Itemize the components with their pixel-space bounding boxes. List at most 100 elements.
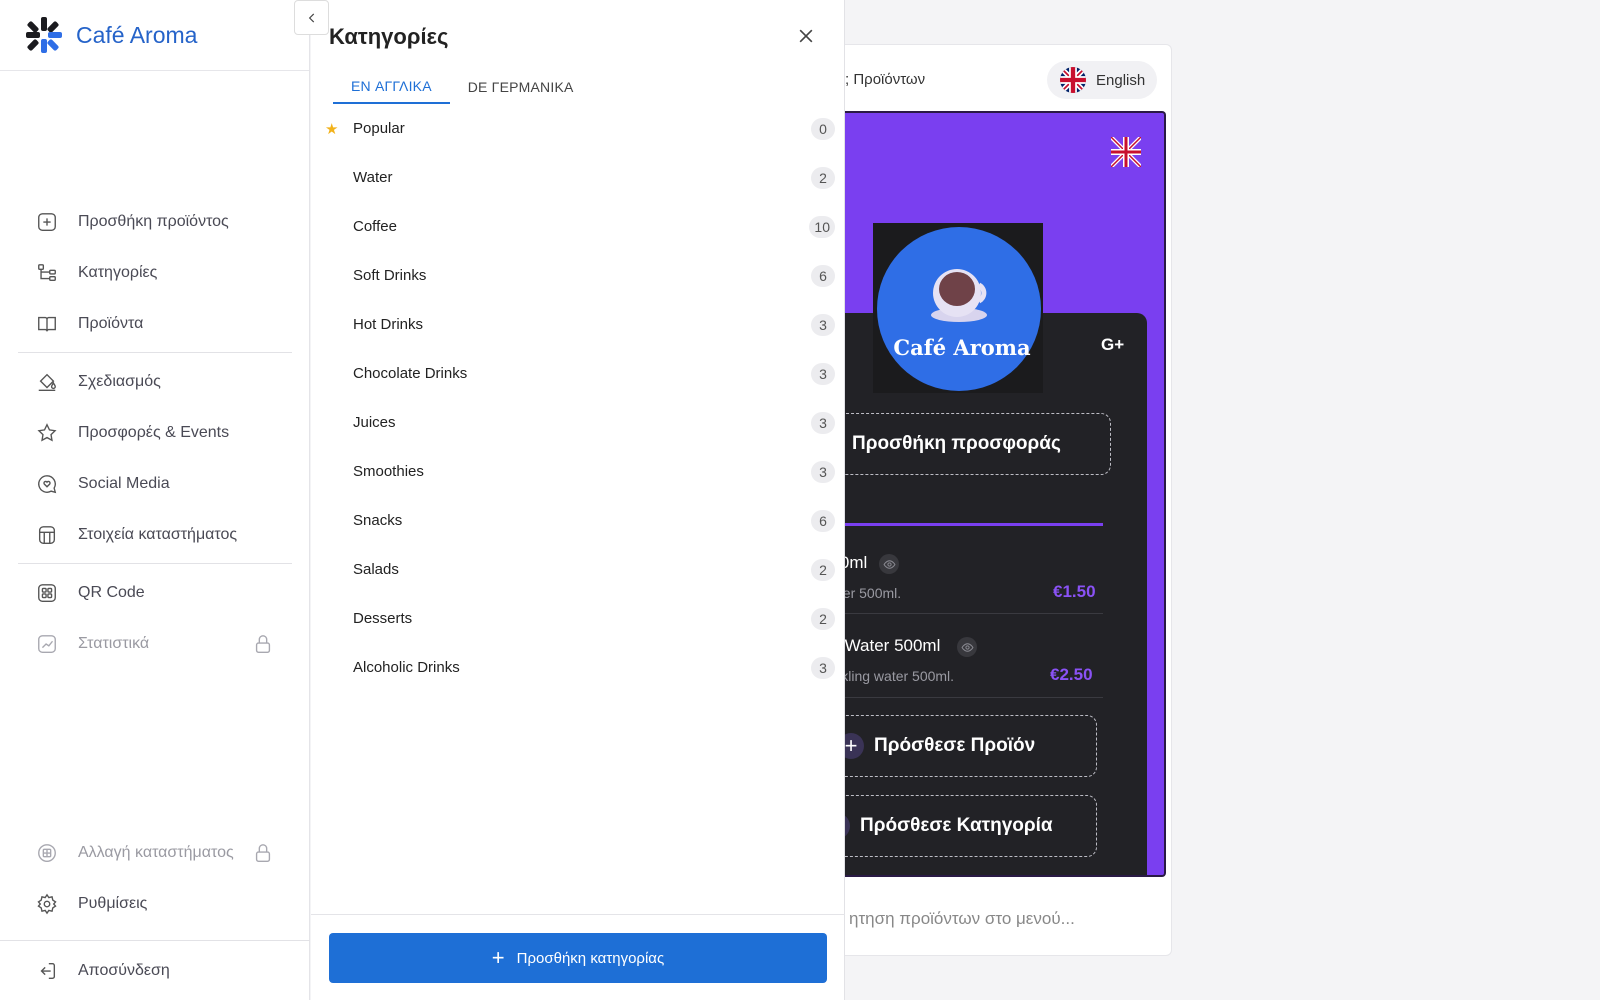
logout-icon xyxy=(40,962,56,979)
preview-header-text: ; Προϊόντων xyxy=(845,71,926,88)
product-divider xyxy=(831,697,1103,698)
paint-bucket-icon xyxy=(38,373,56,391)
tab-german[interactable]: DE ΓΕΡΜΑΝΙΚΑ xyxy=(450,70,592,104)
category-count-badge: 6 xyxy=(811,264,835,287)
product-divider xyxy=(831,613,1103,614)
star-icon: ★ xyxy=(325,120,339,138)
google-plus-icon[interactable]: G+ xyxy=(1101,335,1124,355)
add-category-label: Προσθήκη κατηγορίας xyxy=(516,949,665,967)
sidebar-item-categories[interactable]: Κατηγορίες xyxy=(18,247,292,298)
category-row[interactable]: Smoothies 3 xyxy=(311,447,845,496)
sidebar-item-label: Στατιστικά xyxy=(78,634,150,652)
add-category-button[interactable]: + Προσθήκη κατηγορίας xyxy=(329,933,827,983)
sidebar-bottom-nav: Αλλαγή καταστήματος Ρυθμίσεις xyxy=(18,827,292,929)
sidebar-item-label: Κατηγορίες xyxy=(78,263,158,281)
sidebar-nav: Προσθήκη προϊόντος Κατηγορίες Προϊόντα Σ… xyxy=(18,196,292,669)
eye-icon[interactable] xyxy=(957,637,977,657)
add-offer-button[interactable]: + Προσθήκη προσφοράς xyxy=(821,413,1111,475)
category-count-badge: 3 xyxy=(811,411,835,434)
category-count-badge: 0 xyxy=(811,117,835,140)
tree-icon xyxy=(38,263,56,281)
category-name: Juices xyxy=(353,414,396,431)
category-row[interactable]: Salads 2 xyxy=(311,545,845,594)
category-count-badge: 3 xyxy=(811,656,835,679)
category-row[interactable]: Chocolate Drinks 3 xyxy=(311,349,845,398)
category-name: Soft Drinks xyxy=(353,267,427,284)
sidebar-item-design[interactable]: Σχεδιασμός xyxy=(18,356,292,407)
category-row[interactable]: Alcoholic Drinks 3 xyxy=(311,643,845,692)
drawer-footer-divider xyxy=(311,914,845,915)
category-row[interactable]: Desserts 2 xyxy=(311,594,845,643)
product-price: €2.50 xyxy=(1050,665,1093,684)
close-button[interactable] xyxy=(796,26,816,46)
category-underline xyxy=(831,523,1103,526)
category-name: Alcoholic Drinks xyxy=(353,659,460,676)
nav-divider xyxy=(0,940,310,941)
category-name: Coffee xyxy=(353,218,397,235)
sidebar-item-label: Στοιχεία καταστήματος xyxy=(78,525,238,543)
category-name: Smoothies xyxy=(353,463,424,480)
category-name: Salads xyxy=(353,561,399,578)
category-name: Snacks xyxy=(353,512,403,529)
category-name: Water xyxy=(353,169,393,186)
collapse-sidebar-button[interactable] xyxy=(294,0,329,35)
uk-flag-icon xyxy=(1060,67,1086,93)
sidebar-item-qr-code[interactable]: QR Code xyxy=(18,567,292,618)
category-name: Chocolate Drinks xyxy=(353,365,468,382)
add-category-preview-button[interactable]: + Πρόσθεσε Κατηγορία xyxy=(821,795,1097,857)
brand-header[interactable]: Café Aroma xyxy=(0,0,309,71)
add-product-button[interactable]: + Πρόσθεσε Προϊόν xyxy=(821,715,1097,777)
sidebar-item-add-product[interactable]: Προσθήκη προϊόντος xyxy=(18,196,292,247)
category-row[interactable]: Hot Drinks 3 xyxy=(311,300,845,349)
category-row[interactable]: Coffee 10 xyxy=(311,202,845,251)
add-product-label: Πρόσθεσε Προϊόν xyxy=(874,735,1036,756)
sidebar-item-logout[interactable]: Αποσύνδεση xyxy=(18,945,292,996)
phone-preview: G+ + Προσθήκη προσφοράς 500ml water 500m… xyxy=(821,111,1166,877)
sidebar-item-label: Social Media xyxy=(78,474,170,492)
uk-flag-icon[interactable] xyxy=(1111,137,1141,167)
chat-heart-icon xyxy=(38,474,57,493)
add-offer-label: Προσθήκη προσφοράς xyxy=(852,433,1061,454)
menu-search-hint[interactable]: ητηση προϊόντων στο μενού... xyxy=(849,909,1075,929)
switch-icon xyxy=(38,843,56,862)
sidebar-item-label: Ρυθμίσεις xyxy=(78,894,148,912)
add-category-preview-label: Πρόσθεσε Κατηγορία xyxy=(860,815,1053,836)
eye-icon[interactable] xyxy=(879,554,899,574)
tab-english[interactable]: EN ΑΓΓΛΙΚΑ xyxy=(333,70,450,104)
category-row[interactable]: ★ Popular 0 xyxy=(311,104,845,153)
sidebar-logout-nav: Αποσύνδεση xyxy=(18,945,292,996)
product-price: €1.50 xyxy=(1053,582,1096,601)
sidebar-item-store-info[interactable]: Στοιχεία καταστήματος xyxy=(18,509,292,560)
sidebar-item-statistics[interactable]: Στατιστικά xyxy=(18,618,292,669)
language-tabs: EN ΑΓΓΛΙΚΑ DE ΓΕΡΜΑΝΙΚΑ xyxy=(333,70,592,104)
category-row[interactable]: Juices 3 xyxy=(311,398,845,447)
category-row[interactable]: Soft Drinks 6 xyxy=(311,251,845,300)
category-row[interactable]: Snacks 6 xyxy=(311,496,845,545)
category-name: Hot Drinks xyxy=(353,316,424,333)
store-logo: Café Aroma xyxy=(873,223,1043,393)
brand-name: Café Aroma xyxy=(76,21,198,48)
logo-text: Café Aroma xyxy=(893,335,1031,360)
lock-icon xyxy=(255,634,271,653)
logo-circle: Café Aroma xyxy=(877,227,1041,391)
language-selector[interactable]: English xyxy=(1047,61,1157,99)
sidebar-item-offers[interactable]: Προσφορές & Events xyxy=(18,407,292,458)
sidebar-item-settings[interactable]: Ρυθμίσεις xyxy=(18,878,292,929)
nav-divider xyxy=(18,563,292,564)
category-count-badge: 2 xyxy=(811,607,835,630)
book-icon xyxy=(38,316,56,331)
add-square-icon xyxy=(38,212,56,231)
category-count-badge: 6 xyxy=(811,509,835,532)
sidebar-item-social-media[interactable]: Social Media xyxy=(18,458,292,509)
sidebar-item-label: Σχεδιασμός xyxy=(78,372,161,390)
category-name: Popular xyxy=(353,120,405,137)
categories-drawer: Κατηγορίες EN ΑΓΓΛΙΚΑ DE ΓΕΡΜΑΝΙΚΑ ★ Pop… xyxy=(311,0,845,1000)
sidebar-item-switch-store[interactable]: Αλλαγή καταστήματος xyxy=(18,827,292,878)
sidebar-item-products[interactable]: Προϊόντα xyxy=(18,298,292,349)
sidebar-item-label: Αποσύνδεση xyxy=(78,961,170,979)
category-row[interactable]: Water 2 xyxy=(311,153,845,202)
sidebar: Café Aroma Προσθήκη προϊόντος Κατηγορίες… xyxy=(0,0,310,1000)
category-count-badge: 2 xyxy=(811,166,835,189)
close-icon xyxy=(799,29,813,43)
lock-icon xyxy=(255,843,271,862)
